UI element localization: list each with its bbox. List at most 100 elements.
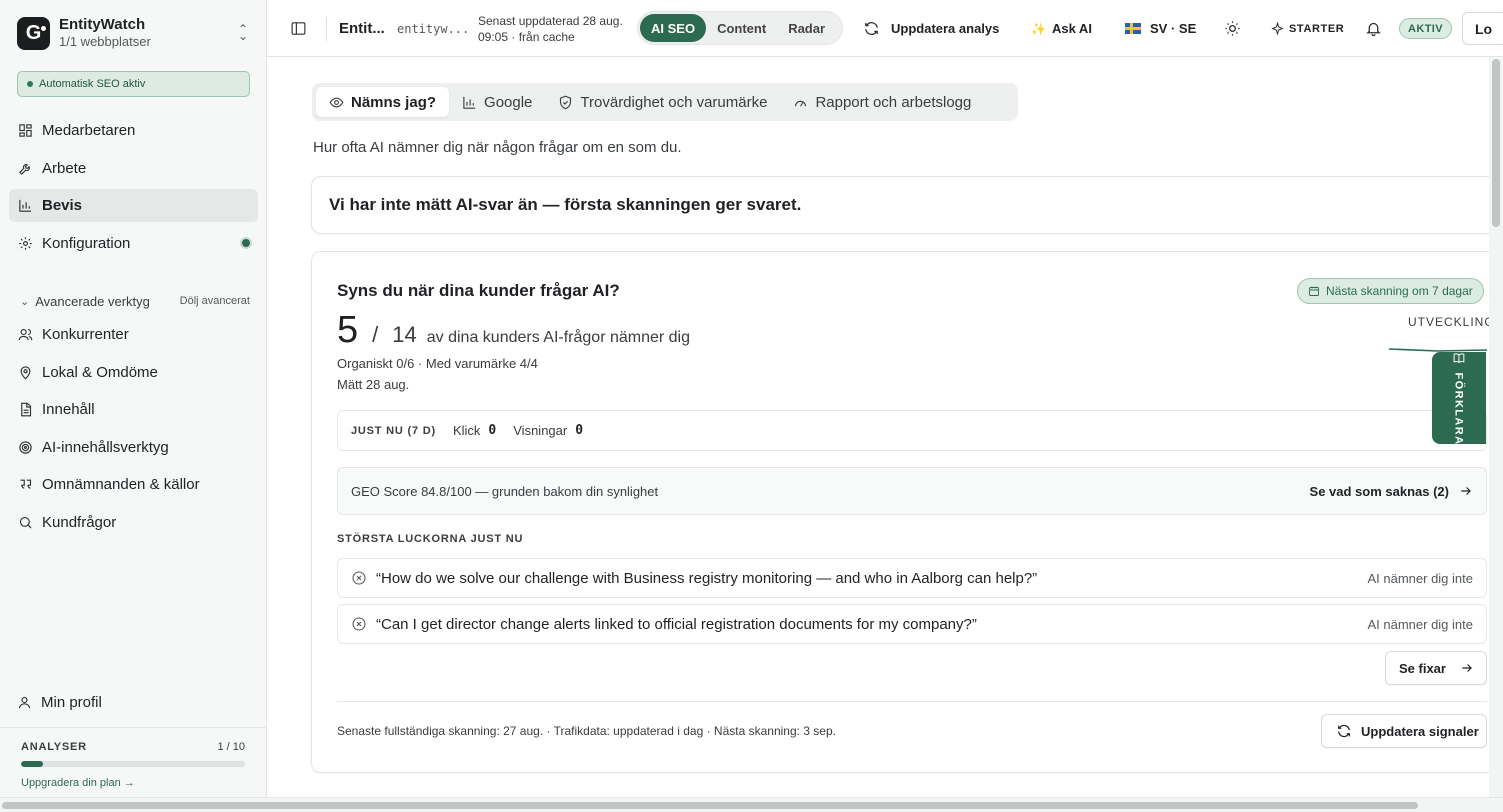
tab-trovardighet[interactable]: Trovärdighet och varumärke: [545, 87, 780, 117]
bar-chart-icon: [463, 96, 476, 109]
map-pin-icon: [17, 364, 34, 381]
upgrade-plan-link[interactable]: Uppgradera din plan →: [21, 777, 245, 789]
dashboard-icon: [17, 122, 34, 139]
notifications-button[interactable]: [1365, 0, 1382, 57]
now-label: JUST NU (7 D): [351, 424, 436, 437]
list-item[interactable]: “Can I get director change alerts linked…: [337, 604, 1487, 644]
site-switcher[interactable]: G EntityWatch 1/1 webbplatser ⌃ ⌄: [17, 16, 250, 50]
sidebar-toggle-icon: [291, 22, 306, 35]
main-nav: Medarbetaren Arbete Bevis Konfiguration: [9, 114, 258, 264]
sidebar-item-bevis[interactable]: Bevis: [9, 189, 258, 222]
geo-score-row: GEO Score 84.8/100 — grunden bakom din s…: [337, 467, 1487, 515]
x-circle-icon: [352, 617, 366, 631]
gear-icon: [17, 235, 34, 252]
usage-label: ANALYSER: [21, 741, 87, 753]
plan-badge[interactable]: STARTER: [1271, 0, 1344, 57]
login-button[interactable]: Lo: [1462, 12, 1503, 45]
status-badge: AKTIV: [1399, 18, 1452, 39]
refresh-signals-button[interactable]: Uppdatera signaler: [1321, 714, 1487, 748]
gaps-heading: STÖRSTA LUCKORNA JUST NU: [337, 533, 524, 545]
list-item[interactable]: “How do we solve our challenge with Busi…: [337, 558, 1487, 598]
sidebar-item-medarbetaren[interactable]: Medarbetaren: [9, 114, 258, 147]
book-icon: [1453, 352, 1465, 363]
mode-ai-seo[interactable]: AI SEO: [640, 14, 707, 42]
views-value: 0: [575, 423, 584, 438]
no-measurement-notice: Vi har inte mätt AI-svar än — första ska…: [311, 176, 1501, 234]
usage-progress-bar: [21, 761, 245, 767]
brand-name: EntityWatch: [59, 16, 146, 33]
chevron-up-down-icon: ⌃ ⌄: [237, 22, 249, 43]
sidebar-item-arbete[interactable]: Arbete: [9, 152, 258, 185]
x-circle-icon: [352, 571, 366, 585]
see-fixes-button[interactable]: Se fixar: [1385, 651, 1487, 685]
tab-rapport[interactable]: Rapport och arbetslogg: [780, 87, 984, 117]
sidebar-item-konfiguration[interactable]: Konfiguration: [9, 227, 258, 260]
sun-icon: [1225, 21, 1240, 36]
brand-logo: G: [17, 16, 50, 50]
site-count: 1/1 webbplatser: [59, 34, 151, 49]
mode-content[interactable]: Content: [706, 14, 777, 42]
current-traffic-row: JUST NU (7 D) Klick 0 Visningar 0: [337, 410, 1487, 451]
next-scan-badge: Nästa skanning om 7 dagar: [1297, 278, 1484, 304]
arrow-right-icon: [1462, 664, 1472, 672]
profile-link[interactable]: Min profil: [17, 691, 102, 713]
sidebar: G EntityWatch 1/1 webbplatser ⌃ ⌄ Automat…: [0, 0, 267, 797]
status-dot-icon: [27, 81, 33, 87]
mode-radar[interactable]: Radar: [777, 14, 836, 42]
clicks-value: 0: [488, 423, 497, 438]
ai-visibility-card: Syns du när dina kunder frågar AI? Nästa…: [311, 251, 1501, 773]
bell-icon: [1366, 22, 1381, 37]
quote-icon: [17, 476, 34, 493]
sidebar-item-innehall[interactable]: Innehåll: [9, 393, 258, 426]
sidebar-item-ai-innehallsverktyg[interactable]: AI-innehållsverktyg: [9, 431, 258, 464]
calendar-icon: [1309, 286, 1319, 296]
mention-ratio: 5 / 14 av dina kunders AI-frågor nämner …: [337, 309, 691, 351]
theme-toggle-button[interactable]: [1224, 0, 1241, 57]
advanced-tools-header[interactable]: ⌄ Avancerade verktyg Dölj avancerat: [20, 292, 250, 310]
locale-selector[interactable]: SV · SE: [1125, 0, 1196, 57]
wrench-icon: [17, 160, 34, 177]
hide-advanced-link[interactable]: Dölj avancerat: [180, 295, 250, 307]
horizontal-scrollbar[interactable]: [0, 797, 1503, 812]
auto-seo-badge: Automatisk SEO aktiv: [17, 71, 250, 97]
scan-footer: Senaste fullständiga skanning: 27 aug. ·…: [337, 724, 836, 738]
search-icon: [17, 514, 34, 531]
see-missing-link[interactable]: Se vad som saknas (2): [1310, 484, 1473, 499]
eye-icon: [329, 97, 344, 107]
toggle-sidebar-button[interactable]: [290, 0, 307, 57]
page-subtitle: Hur ofta AI nämner dig när någon frågar …: [313, 139, 682, 156]
sparkle-icon: ✨: [1031, 21, 1046, 36]
total-count: 14: [392, 322, 417, 347]
last-updated: Senast uppdaterad 28 aug. 09:05 · från c…: [478, 13, 623, 44]
card-title: Syns du när dina kunder frågar AI?: [337, 281, 620, 300]
sidebar-item-konkurrenter[interactable]: Konkurrenter: [9, 318, 258, 351]
evidence-tabs: Nämns jag? Google Trovärdighet och varum…: [312, 83, 1018, 121]
ask-ai-button[interactable]: ✨ Ask AI: [1031, 0, 1092, 57]
trend-label: UTVECKLING: [1408, 315, 1495, 329]
tab-google[interactable]: Google: [449, 87, 545, 117]
refresh-icon: [1338, 724, 1350, 738]
usage-count: 1 / 10: [217, 741, 245, 753]
top-bar: Entit... entityw... Senast uppdaterad 28…: [267, 0, 1503, 57]
chevron-down-icon: ⌄: [20, 295, 30, 308]
target-icon: [17, 439, 34, 456]
usage-panel: ANALYSER 1 / 10 Uppgradera din plan →: [0, 727, 266, 789]
advanced-nav: Konkurrenter Lokal & Omdöme Innehåll AI-…: [9, 318, 258, 543]
sidebar-item-omnamnanden[interactable]: Omnämnanden & källor: [9, 468, 258, 501]
tab-namns-jag[interactable]: Nämns jag?: [316, 87, 450, 117]
bar-chart-icon: [17, 197, 34, 214]
vertical-scrollbar[interactable]: [1489, 57, 1503, 797]
site-name: Entit...: [339, 20, 385, 37]
explain-drawer-tab[interactable]: FÖRKLARA: [1432, 352, 1486, 445]
document-icon: [17, 401, 34, 418]
sparkle-icon: [1271, 22, 1284, 35]
gauge-icon: [795, 100, 807, 107]
sweden-flag-icon: [1125, 23, 1141, 34]
mention-summary: av dina kunders AI-frågor nämner dig: [426, 329, 691, 346]
shield-check-icon: [560, 95, 572, 109]
mention-breakdown: Organiskt 0/6 · Med varumärke 4/4: [337, 356, 538, 371]
refresh-analysis-button[interactable]: Uppdatera analys: [863, 0, 999, 57]
sidebar-item-lokal-omdome[interactable]: Lokal & Omdöme: [9, 356, 258, 389]
sidebar-item-kundfragor[interactable]: Kundfrågor: [9, 506, 258, 539]
users-icon: [17, 326, 34, 343]
